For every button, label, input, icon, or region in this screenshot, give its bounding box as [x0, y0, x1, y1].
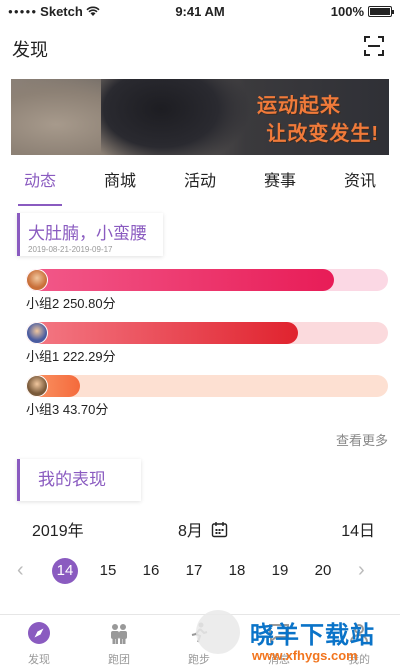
promo-banner[interactable]: 运动起来 让改变发生!	[11, 79, 389, 155]
event-title: 大肚腩，小蛮腰	[28, 224, 147, 243]
tab-activity[interactable]: 活动	[160, 168, 240, 210]
tab-dynamic[interactable]: 动态	[0, 168, 80, 210]
tab-mall[interactable]: 商城	[80, 168, 160, 210]
date-day: 14日	[341, 523, 375, 540]
date-month: 8月	[178, 523, 203, 540]
tabbar-item-discover[interactable]: 发现	[9, 621, 69, 666]
tabbar-item-team[interactable]: 跑团	[89, 621, 149, 666]
date-year: 2019年	[32, 523, 84, 540]
status-right: 100%	[330, 4, 394, 19]
avatar	[26, 322, 48, 344]
ranking-fill	[26, 322, 298, 344]
event-date-range: 2019-08-21-2019-09-17	[28, 245, 113, 254]
banner-headline-1: 运动起来	[257, 95, 341, 117]
event-card[interactable]: 大肚腩，小蛮腰 2019-08-21-2019-09-17	[17, 213, 163, 256]
month-picker[interactable]: 8月	[178, 517, 228, 541]
watermark-url: www.xfhygs.com	[252, 648, 358, 663]
banner-photo-runner	[101, 79, 251, 155]
status-bar: ●●●●● Sketch 9:41 AM 100%	[0, 0, 400, 22]
day-selector: ‹ 14 15 16 17 18 19 20 ›	[0, 558, 400, 584]
tab-news[interactable]: 资讯	[320, 168, 400, 210]
ranking-track	[26, 375, 388, 397]
scan-icon[interactable]	[364, 36, 384, 56]
day-item[interactable]: 20	[310, 558, 336, 584]
date-row: 2019年 8月 14日	[0, 517, 400, 541]
day-item[interactable]: 17	[181, 558, 207, 584]
view-more-link[interactable]: 查看更多	[336, 430, 388, 449]
chevron-right-icon[interactable]: ›	[358, 559, 365, 582]
watermark-logo: 晓羊下载站	[250, 622, 375, 649]
day-item[interactable]: 16	[138, 558, 164, 584]
battery-percent: 100%	[330, 4, 364, 19]
ranking-fill	[26, 269, 334, 291]
calendar-icon	[211, 521, 228, 537]
tabbar-label: 跑团	[108, 654, 130, 666]
performance-header: 我的表现	[17, 459, 141, 501]
day-item[interactable]: 14	[52, 558, 78, 584]
day-item[interactable]: 18	[224, 558, 250, 584]
nav-bar: 发现	[0, 30, 400, 64]
group-icon	[111, 624, 127, 644]
battery-icon	[368, 6, 394, 17]
avatar	[26, 375, 48, 397]
avatar	[26, 269, 48, 291]
category-tabs: 动态 商城 活动 赛事 资讯	[0, 168, 400, 210]
watermark-sheep-icon	[196, 610, 240, 654]
page-title: 发现	[12, 40, 48, 60]
day-item[interactable]: 19	[267, 558, 293, 584]
tabbar-label: 发现	[28, 654, 50, 666]
compass-icon	[28, 622, 50, 644]
ranking-label: 小组3 43.70分	[26, 402, 109, 417]
ranking-label: 小组2 250.80分	[26, 296, 116, 311]
ranking-label: 小组1 222.29分	[26, 349, 116, 364]
day-item[interactable]: 15	[95, 558, 121, 584]
banner-headline-2: 让改变发生!	[266, 123, 379, 145]
tab-competition[interactable]: 赛事	[240, 168, 320, 210]
chevron-left-icon[interactable]: ‹	[17, 559, 24, 582]
